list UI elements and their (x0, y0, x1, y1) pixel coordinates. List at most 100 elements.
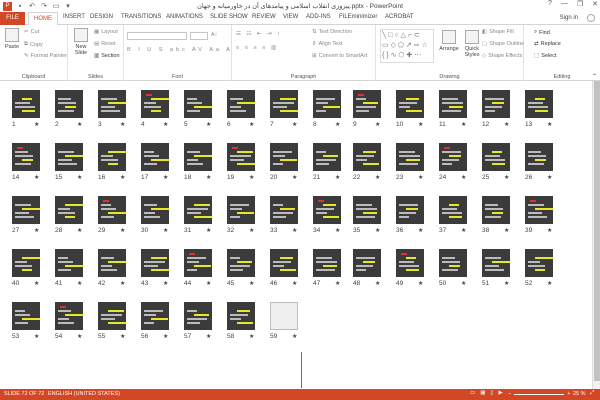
tab-slide-show[interactable]: SLIDE SHOW (210, 14, 248, 20)
vertical-scrollbar[interactable] (592, 81, 600, 389)
slide-thumbnail[interactable] (525, 90, 553, 118)
tab-animations[interactable]: ANIMATIONS (166, 14, 203, 20)
slide-thumbnail[interactable] (55, 302, 83, 330)
save-icon[interactable]: ▪ (16, 2, 24, 10)
animation-star-icon[interactable]: ★ (375, 174, 380, 181)
slide-thumbnail[interactable] (396, 143, 424, 171)
slide-thumbnail[interactable] (141, 143, 169, 171)
animation-star-icon[interactable]: ★ (547, 280, 552, 287)
animation-star-icon[interactable]: ★ (461, 121, 466, 128)
slide-thumbnail[interactable] (525, 249, 553, 277)
normal-view-icon[interactable]: ▭ (470, 390, 475, 396)
slide-thumbnail[interactable] (55, 143, 83, 171)
animation-star-icon[interactable]: ★ (292, 280, 297, 287)
list-buttons[interactable]: ☰ ☷ ⇤ ⇥ ↕ (236, 31, 282, 37)
shape-fill-button[interactable]: ◧ Shape Fill (482, 29, 514, 35)
slide-thumbnail[interactable] (141, 302, 169, 330)
slide-thumbnail[interactable] (227, 249, 255, 277)
slide-thumbnail[interactable] (98, 302, 126, 330)
reset-button[interactable]: ▤ Reset (94, 41, 116, 47)
slide-thumbnail[interactable] (55, 249, 83, 277)
slide-thumbnail[interactable] (184, 196, 212, 224)
slide-thumbnail[interactable] (313, 143, 341, 171)
close-button[interactable]: ✕ (592, 0, 598, 8)
animation-star-icon[interactable]: ★ (504, 280, 509, 287)
slide-thumbnail[interactable] (439, 90, 467, 118)
animation-star-icon[interactable]: ★ (249, 227, 254, 234)
slide-thumbnail[interactable] (98, 143, 126, 171)
shape-effects-button[interactable]: ◇ Shape Effects (482, 53, 522, 59)
tab-home[interactable]: HOME (28, 12, 58, 26)
tab-fileminimizer[interactable]: FILEminimizer (339, 14, 377, 20)
font-format-buttons[interactable]: B I U S abc AV Aa A (127, 47, 233, 53)
slide-thumbnail[interactable] (439, 196, 467, 224)
slide-sorter-view-icon[interactable]: ▦ (480, 390, 485, 396)
animation-star-icon[interactable]: ★ (163, 121, 168, 128)
slide-thumbnail[interactable] (482, 143, 510, 171)
slide-thumbnail[interactable] (55, 196, 83, 224)
scrollbar-thumb[interactable] (594, 81, 600, 381)
tab-file[interactable]: FILE (0, 12, 25, 25)
animation-star-icon[interactable]: ★ (206, 227, 211, 234)
shapes-gallery[interactable]: ╲ □ ○ △ ⌐ ⊂ ▭ ◇ ⬠ ↗ ⇨ ☆{ } ∿ ⬡ ✚ ⋯ (380, 29, 434, 63)
copy-button[interactable]: ⧉ Copy (24, 41, 43, 48)
zoom-level[interactable]: 25 % (573, 391, 586, 397)
tab-add-ins[interactable]: ADD-INS (306, 14, 331, 20)
slide-thumbnail[interactable] (98, 196, 126, 224)
animation-star-icon[interactable]: ★ (206, 121, 211, 128)
animation-star-icon[interactable]: ★ (375, 121, 380, 128)
minimize-button[interactable]: — (561, 0, 568, 8)
zoom-out-icon[interactable]: − (508, 391, 511, 397)
reading-view-icon[interactable]: ▯ (490, 390, 493, 396)
text-direction-button[interactable]: ⇅ Text Direction (312, 29, 352, 35)
slide-thumbnail[interactable] (12, 302, 40, 330)
slide-thumbnail[interactable] (482, 196, 510, 224)
quick-styles-button[interactable]: Quick Styles (462, 30, 482, 58)
slide-thumbnail[interactable] (227, 302, 255, 330)
cut-button[interactable]: ✂ Cut (24, 29, 39, 35)
slide-thumbnail[interactable] (353, 90, 381, 118)
redo-icon[interactable]: ↷ (40, 2, 48, 10)
animation-star-icon[interactable]: ★ (120, 280, 125, 287)
animation-star-icon[interactable]: ★ (206, 174, 211, 181)
animation-star-icon[interactable]: ★ (335, 227, 340, 234)
slide-thumbnail[interactable] (270, 143, 298, 171)
align-buttons[interactable]: ≡ ≡ ≡ ≡ ▥ (236, 45, 278, 51)
zoom-track[interactable] (514, 393, 565, 395)
tab-transitions[interactable]: TRANSITIONS (121, 14, 161, 20)
tab-acrobat[interactable]: ACROBAT (385, 14, 414, 20)
animation-star-icon[interactable]: ★ (206, 333, 211, 340)
undo-icon[interactable]: ↶ (28, 2, 36, 10)
slide-thumbnail[interactable] (98, 90, 126, 118)
language-indicator[interactable]: ENGLISH (UNITED STATES) (48, 391, 120, 397)
help-button[interactable]: ? (548, 0, 552, 8)
animation-star-icon[interactable]: ★ (461, 280, 466, 287)
slide-thumbnail[interactable] (227, 196, 255, 224)
animation-star-icon[interactable]: ★ (418, 227, 423, 234)
animation-star-icon[interactable]: ★ (375, 280, 380, 287)
slide-thumbnail[interactable] (227, 143, 255, 171)
animation-star-icon[interactable]: ★ (461, 174, 466, 181)
customize-qat-icon[interactable]: ▾ (64, 2, 72, 10)
animation-star-icon[interactable]: ★ (77, 227, 82, 234)
animation-star-icon[interactable]: ★ (335, 174, 340, 181)
animation-star-icon[interactable]: ★ (120, 333, 125, 340)
animation-star-icon[interactable]: ★ (249, 280, 254, 287)
animation-star-icon[interactable]: ★ (34, 280, 39, 287)
animation-star-icon[interactable]: ★ (77, 174, 82, 181)
animation-star-icon[interactable]: ★ (163, 227, 168, 234)
font-name-combo[interactable] (127, 32, 187, 40)
slide-thumbnail[interactable] (12, 143, 40, 171)
animation-star-icon[interactable]: ★ (249, 121, 254, 128)
animation-star-icon[interactable]: ★ (418, 121, 423, 128)
find-button[interactable]: ⌕ Find (534, 29, 550, 36)
animation-star-icon[interactable]: ★ (249, 333, 254, 340)
animation-star-icon[interactable]: ★ (375, 227, 380, 234)
animation-star-icon[interactable]: ★ (34, 227, 39, 234)
zoom-slider[interactable]: − + (508, 391, 570, 397)
animation-star-icon[interactable]: ★ (418, 280, 423, 287)
slide-thumbnail[interactable] (270, 196, 298, 224)
animation-star-icon[interactable]: ★ (292, 174, 297, 181)
slide-thumbnail[interactable] (313, 249, 341, 277)
animation-star-icon[interactable]: ★ (547, 121, 552, 128)
